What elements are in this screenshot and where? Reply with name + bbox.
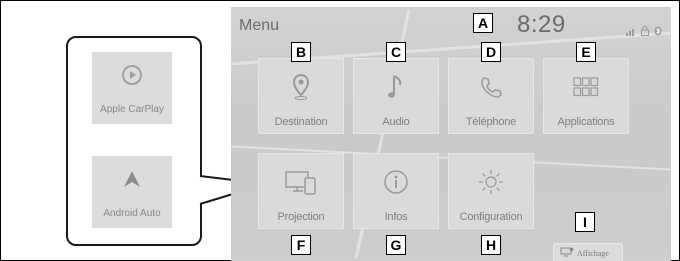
marker-d: D	[481, 42, 501, 62]
info-icon	[354, 164, 438, 200]
display-icon	[560, 244, 574, 261]
projection-apps-callout: Apple CarPlay Android Auto	[66, 36, 202, 246]
marker-c: C	[386, 42, 406, 62]
affichage-label: Affichage	[577, 248, 609, 258]
tile-label: Projection	[277, 211, 325, 223]
menu-title: Menu	[239, 17, 280, 34]
marker-f: F	[291, 235, 311, 255]
android-auto-label: Android Auto	[103, 208, 161, 219]
carplay-icon	[92, 64, 172, 91]
clock: 8:29	[517, 11, 566, 38]
status-bar	[626, 23, 662, 41]
tile-label: Applications	[557, 116, 615, 128]
screen-projection-icon	[259, 164, 343, 200]
tile-infos[interactable]: Infos	[353, 153, 439, 229]
app-grid-icon	[544, 69, 628, 105]
tile-label: Destination	[274, 116, 328, 128]
marker-b: B	[291, 42, 311, 62]
tile-projection[interactable]: Projection	[258, 153, 344, 229]
tile-telephone[interactable]: Téléphone	[448, 58, 534, 134]
tile-label: Configuration	[459, 211, 523, 223]
music-note-icon	[354, 69, 438, 105]
marker-g: G	[386, 235, 406, 255]
lock-icon	[641, 23, 649, 41]
tile-label: Téléphone	[465, 116, 517, 128]
gear-icon	[449, 164, 533, 200]
signal-icon	[626, 23, 636, 41]
tile-configuration[interactable]: Configuration	[448, 153, 534, 229]
marker-h: H	[481, 235, 501, 255]
marker-e: E	[576, 42, 596, 62]
android-auto-icon	[92, 168, 172, 195]
tile-label: Infos	[384, 211, 408, 223]
tile-applications[interactable]: Applications	[543, 58, 629, 134]
tile-label: Audio	[382, 116, 410, 128]
affichage-button[interactable]: Affichage	[553, 243, 623, 261]
bluetooth-icon	[654, 23, 662, 41]
tile-destination[interactable]: Destination	[258, 58, 344, 134]
marker-i: I	[575, 212, 595, 232]
tile-audio[interactable]: Audio	[353, 58, 439, 134]
phone-icon	[449, 69, 533, 105]
apple-carplay-label: Apple CarPlay	[100, 104, 164, 115]
apple-carplay-button[interactable]: Apple CarPlay	[92, 52, 172, 124]
android-auto-button[interactable]: Android Auto	[92, 156, 172, 228]
marker-a: A	[473, 13, 493, 33]
map-pin-icon	[259, 69, 343, 105]
